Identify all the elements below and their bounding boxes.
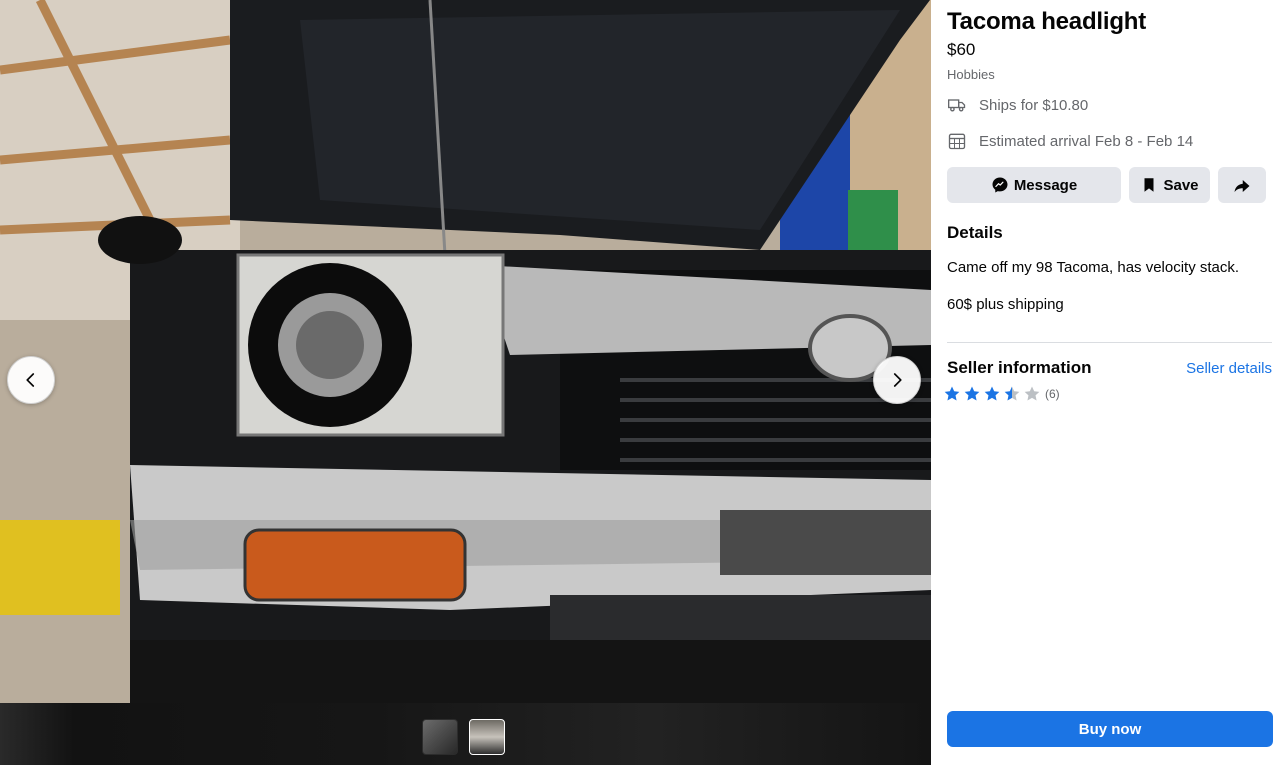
- star-icon: [964, 386, 980, 401]
- shipping-info: Ships for $10.80: [947, 95, 1088, 115]
- shipping-text: Ships for $10.80: [979, 96, 1089, 114]
- thumbnail-strip: [0, 703, 931, 765]
- calendar-icon: [947, 131, 967, 151]
- action-buttons: Message Save: [947, 167, 1266, 203]
- listing-title: Tacoma headlight: [947, 8, 1147, 35]
- seller-details-link[interactable]: Seller details: [1186, 360, 1272, 377]
- review-count: (6): [1045, 387, 1060, 401]
- bookmark-icon: [1140, 176, 1158, 194]
- message-button[interactable]: Message: [947, 167, 1121, 203]
- seller-info-heading: Seller information: [947, 358, 1092, 377]
- seller-rating[interactable]: (6): [942, 385, 1060, 403]
- truck-icon: [947, 95, 967, 115]
- arrival-text: Estimated arrival Feb 8 - Feb 14: [979, 132, 1194, 150]
- divider: [947, 342, 1272, 343]
- messenger-icon: [991, 176, 1009, 194]
- next-photo-button[interactable]: [873, 356, 921, 404]
- previous-photo-button[interactable]: [7, 356, 55, 404]
- listing-price: $60: [947, 40, 976, 59]
- listing-photo-illustration: [0, 0, 931, 703]
- listing-category[interactable]: Hobbies: [947, 67, 995, 82]
- share-arrow-icon: [1233, 176, 1251, 194]
- listing-photo: [0, 0, 931, 703]
- details-heading: Details: [947, 223, 1003, 242]
- star-icon: [944, 386, 960, 401]
- star-icon: [1024, 386, 1040, 401]
- save-button-label: Save: [1163, 176, 1199, 194]
- photo-viewer: [0, 0, 931, 765]
- arrival-info: Estimated arrival Feb 8 - Feb 14: [947, 131, 1193, 151]
- chevron-left-icon: [26, 373, 35, 387]
- star-icon: [1004, 386, 1020, 401]
- chevron-right-icon: [893, 373, 902, 387]
- photo-thumbnail[interactable]: [422, 719, 458, 755]
- share-button[interactable]: [1218, 167, 1266, 203]
- description-line: 60$ plus shipping: [947, 296, 1064, 313]
- description-line: Came off my 98 Tacoma, has velocity stac…: [947, 259, 1240, 276]
- save-button[interactable]: Save: [1129, 167, 1210, 203]
- photo-thumbnail-active[interactable]: [469, 719, 505, 755]
- star-icon: [984, 386, 1000, 401]
- buy-now-button[interactable]: Buy now: [947, 711, 1273, 747]
- rating-stars: [942, 385, 1042, 403]
- message-button-label: Message: [1013, 176, 1078, 194]
- listing-details-panel: Tacoma headlight $60 Hobbies Ships for $…: [931, 0, 1279, 765]
